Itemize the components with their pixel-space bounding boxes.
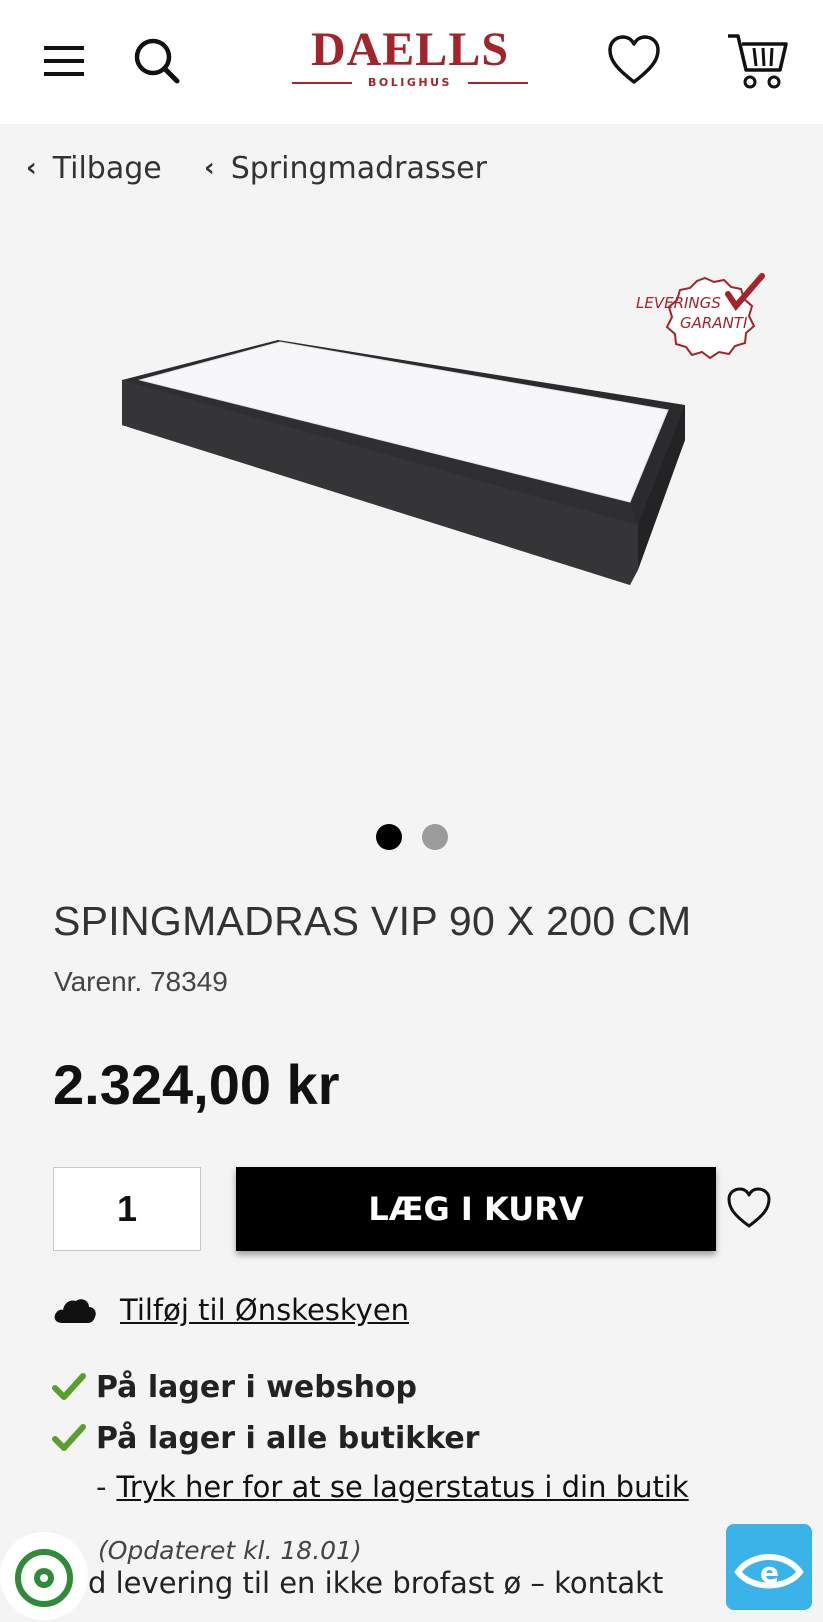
store-stock-link[interactable]: Tryk her for at se lagerstatus i din but… bbox=[116, 1470, 688, 1504]
eye-icon: e bbox=[734, 1554, 804, 1589]
chevron-left-icon: ‹ bbox=[204, 153, 215, 183]
product-sku: Varenr. 78349 bbox=[54, 966, 228, 997]
daells-logo[interactable]: DAELLS BOLIGHUS bbox=[290, 26, 530, 92]
quantity-input[interactable]: 1 bbox=[53, 1167, 201, 1251]
store-stock-row: - Tryk her for at se lagerstatus i din b… bbox=[96, 1470, 689, 1504]
search-icon[interactable] bbox=[132, 36, 182, 86]
stock-stores: På lager i alle butikker bbox=[52, 1418, 479, 1458]
cloud-icon bbox=[54, 1299, 96, 1323]
menu-icon[interactable] bbox=[42, 42, 88, 80]
wishlist-heart-icon[interactable] bbox=[726, 1186, 772, 1230]
product-title: SPINGMADRAS VIP 90 X 200 CM bbox=[53, 898, 692, 944]
stock-webshop-label: På lager i webshop bbox=[96, 1369, 418, 1405]
breadcrumb-back[interactable]: ‹ Tilbage bbox=[26, 148, 162, 188]
cart-icon[interactable] bbox=[726, 30, 790, 92]
eco-badge-icon[interactable] bbox=[0, 1530, 92, 1622]
wishlist-cloud-row[interactable]: Tilføj til Ønskeskyen bbox=[52, 1290, 409, 1330]
badge-line-1: LEVERINGS bbox=[636, 294, 721, 312]
breadcrumb-category[interactable]: ‹ Springmadrasser bbox=[204, 148, 487, 188]
site-header: DAELLS BOLIGHUS bbox=[0, 0, 823, 124]
logo-rule-left bbox=[292, 82, 352, 84]
e-maerket-badge[interactable]: e bbox=[726, 1524, 812, 1610]
product-image[interactable] bbox=[110, 330, 710, 620]
product-price: 2.324,00 kr bbox=[53, 1053, 340, 1116]
carousel-dot-1[interactable] bbox=[376, 824, 402, 850]
logo-wordmark: DAELLS bbox=[310, 23, 510, 76]
stock-stores-label: På lager i alle butikker bbox=[96, 1420, 480, 1456]
wishlist-cloud-link[interactable]: Tilføj til Ønskeskyen bbox=[120, 1293, 409, 1327]
delivery-notice-text: d levering til en ikke brofast ø – konta… bbox=[88, 1566, 664, 1600]
stock-webshop: På lager i webshop bbox=[52, 1367, 417, 1407]
logo-rule-right bbox=[468, 82, 528, 84]
add-to-cart-button[interactable]: LÆG I KURV bbox=[236, 1167, 716, 1251]
breadcrumb-back-label: Tilbage bbox=[52, 150, 162, 186]
breadcrumb-category-label: Springmadrasser bbox=[230, 150, 487, 186]
check-icon bbox=[52, 1424, 86, 1451]
chevron-left-icon: ‹ bbox=[26, 153, 37, 183]
carousel-dot-2[interactable] bbox=[422, 824, 448, 850]
stock-updated-text: (Opdateret kl. 18.01) bbox=[98, 1536, 362, 1565]
svg-text:e: e bbox=[760, 1556, 779, 1589]
heart-icon[interactable] bbox=[606, 34, 662, 86]
list-dash: - bbox=[96, 1470, 107, 1504]
check-icon bbox=[52, 1373, 86, 1400]
